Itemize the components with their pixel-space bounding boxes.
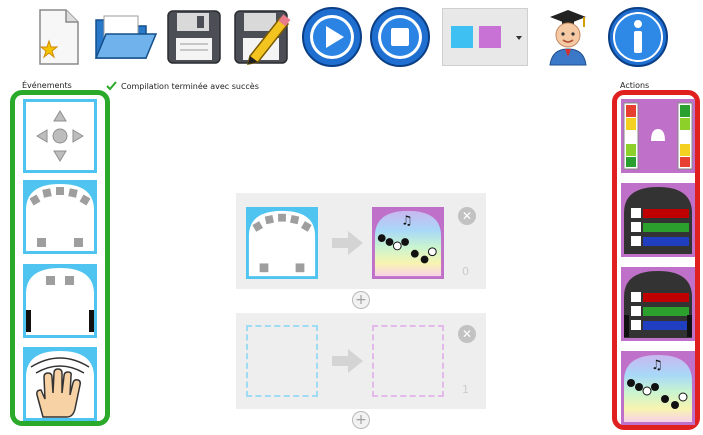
event-tap[interactable] (23, 347, 97, 421)
music-action-icon: ♫ (374, 210, 442, 277)
add-rule-button[interactable]: + (352, 411, 370, 429)
save-icon (167, 10, 221, 64)
add-rule-button[interactable]: + (352, 291, 370, 309)
bottom-color-action-icon (621, 267, 695, 341)
advanced-mode-icon (549, 10, 587, 66)
run-icon (302, 7, 362, 67)
color-scheme-dropdown[interactable] (442, 8, 528, 66)
run-button[interactable] (300, 6, 364, 68)
close-icon: ✕ (461, 209, 473, 223)
check-icon (106, 81, 117, 91)
proximity-event-icon (26, 184, 94, 251)
events-panel (10, 90, 110, 426)
stop-button[interactable] (368, 6, 432, 68)
delete-rule-button[interactable]: ✕ (458, 207, 476, 225)
actions-panel: ♫ (612, 90, 700, 430)
toolbar (0, 0, 703, 78)
action-motors[interactable] (621, 99, 695, 173)
rule-number: 0 (462, 265, 469, 278)
save-button[interactable] (163, 6, 225, 68)
advanced-mode-button[interactable] (540, 6, 596, 68)
top-color-action-icon (621, 183, 695, 257)
proximity-event-icon (248, 210, 316, 277)
rule-row: ♫ ✕ 0 (236, 193, 486, 289)
arrow-right-icon (332, 231, 363, 255)
open-button[interactable] (90, 6, 160, 68)
action-bottom-color[interactable] (621, 267, 695, 341)
svg-text:♫: ♫ (651, 358, 663, 373)
motors-action-icon (621, 99, 695, 173)
stop-icon (370, 7, 430, 67)
new-file-button[interactable] (30, 6, 88, 68)
action-music[interactable]: ♫ (621, 351, 695, 425)
new-file-icon (39, 9, 79, 65)
close-icon: ✕ (461, 327, 473, 341)
tap-event-icon (26, 351, 94, 418)
status-message: Compilation terminée avec succès (106, 81, 259, 91)
action-top-color[interactable] (621, 183, 695, 257)
open-folder-icon (94, 15, 158, 59)
delete-rule-button[interactable]: ✕ (458, 325, 476, 343)
rule-number: 1 (462, 383, 469, 396)
event-ground[interactable] (23, 264, 97, 338)
chevron-down-icon (516, 36, 522, 40)
rule-event-slot[interactable] (246, 325, 318, 397)
event-proximity[interactable] (23, 180, 97, 254)
rule-row: ✕ 1 (236, 313, 486, 409)
buttons-event-icon (29, 103, 91, 169)
plus-icon: + (355, 292, 367, 308)
events-title: Événements (22, 81, 72, 90)
info-icon (608, 7, 668, 67)
save-as-button[interactable] (230, 6, 294, 68)
event-buttons[interactable] (23, 99, 97, 173)
music-action-icon: ♫ (621, 351, 695, 425)
rule-event-slot[interactable] (246, 207, 318, 279)
rule-action-slot[interactable] (372, 325, 444, 397)
ground-event-icon (26, 268, 94, 335)
status-text: Compilation terminée avec succès (121, 81, 259, 91)
color-scheme-icon (451, 26, 522, 48)
svg-text:♫: ♫ (401, 213, 412, 228)
arrow-right-icon (332, 349, 363, 373)
plus-icon: + (355, 412, 367, 428)
rule-action-slot[interactable]: ♫ (372, 207, 444, 279)
save-as-icon (234, 10, 291, 65)
info-button[interactable] (606, 6, 670, 68)
actions-title: Actions (620, 81, 650, 90)
